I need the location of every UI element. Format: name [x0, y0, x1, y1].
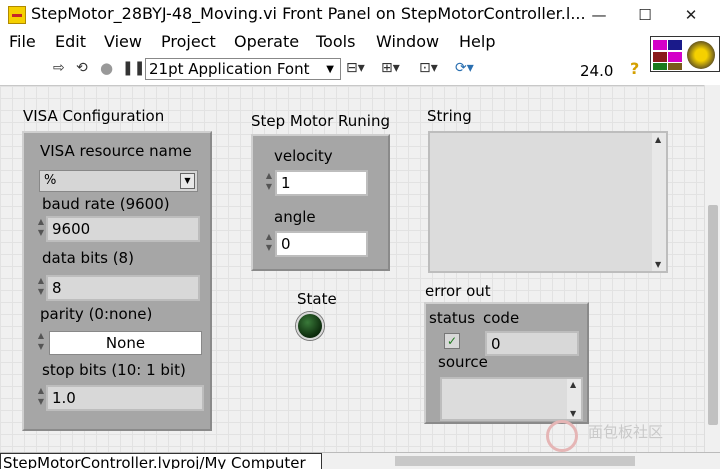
menu-project[interactable]: Project	[161, 32, 216, 51]
chevron-up-icon[interactable]: ▲	[655, 135, 661, 144]
baud-rate-spinner-icon[interactable]: ▲ ▼	[36, 216, 46, 242]
pause-icon[interactable]: ❚❚	[122, 60, 145, 76]
parity-label: parity (0:none)	[40, 305, 153, 323]
horizontal-scrollbar[interactable]	[395, 456, 635, 466]
chevron-up-icon[interactable]: ▲	[570, 380, 576, 389]
project-path: StepMotorController.lvproj/My Computer	[0, 453, 322, 469]
chevron-down-icon[interactable]: ▼	[655, 260, 661, 269]
string-label: String	[427, 107, 472, 125]
state-led-indicator	[296, 312, 324, 340]
reorder-icon[interactable]: ⟳▾	[455, 60, 474, 76]
parity-spinner-icon[interactable]: ▲ ▼	[36, 330, 46, 356]
error-out-label: error out	[425, 282, 491, 300]
menu-edit[interactable]: Edit	[55, 32, 86, 51]
font-select[interactable]: 21pt Application Font ▼	[145, 58, 341, 80]
data-bits-input[interactable]: 8	[46, 275, 200, 301]
watermark-text: 面包板社区	[588, 423, 664, 441]
run-arrow-icon[interactable]: ⇨	[53, 60, 65, 76]
baud-rate-value: 9600	[52, 220, 91, 238]
vertical-scrollbar[interactable]	[704, 85, 720, 452]
zoom-level: 24.0	[580, 62, 614, 80]
chevron-down-icon[interactable]: ▼	[570, 409, 576, 418]
angle-label: angle	[274, 208, 316, 226]
stop-bits-value: 1.0	[52, 389, 76, 407]
visa-resource-label: VISA resource name	[40, 142, 192, 160]
code-label: code	[483, 309, 520, 327]
baud-rate-label: baud rate (9600)	[42, 195, 170, 213]
visa-configuration-label: VISA Configuration	[23, 107, 165, 125]
baud-rate-input[interactable]: 9600	[46, 216, 200, 242]
parity-ring[interactable]: None	[49, 331, 202, 355]
stop-bits-label: stop bits (10: 1 bit)	[42, 361, 186, 379]
source-label: source	[438, 353, 488, 371]
abort-icon[interactable]: ●	[100, 59, 113, 77]
menu-file[interactable]: File	[9, 32, 36, 51]
window-title: StepMotor_28BYJ-48_Moving.vi Front Panel…	[31, 4, 586, 23]
run-continuous-icon[interactable]: ⟲	[76, 60, 88, 76]
state-label: State	[297, 290, 337, 308]
velocity-spinner-icon[interactable]: ▲ ▼	[264, 170, 274, 196]
title-bar: StepMotor_28BYJ-48_Moving.vi Front Panel…	[0, 0, 720, 30]
chevron-down-icon[interactable]: ▼	[180, 173, 195, 189]
parity-value: None	[105, 334, 146, 352]
data-bits-value: 8	[52, 279, 62, 297]
source-scrollbar[interactable]: ▲ ▼	[567, 379, 581, 419]
vi-icon	[650, 36, 720, 72]
data-bits-spinner-icon[interactable]: ▲ ▼	[36, 275, 46, 301]
menu-help[interactable]: Help	[459, 32, 495, 51]
align-icon[interactable]: ⊟▾	[346, 60, 365, 76]
stop-bits-input[interactable]: 1.0	[46, 385, 204, 411]
data-bits-label: data bits (8)	[42, 249, 134, 267]
help-icon[interactable]: ?	[630, 59, 639, 78]
velocity-value: 1	[281, 174, 291, 192]
velocity-label: velocity	[274, 147, 333, 165]
close-button[interactable]: ✕	[668, 2, 714, 28]
minimize-button[interactable]: —	[576, 2, 622, 28]
menu-tools[interactable]: Tools	[316, 32, 355, 51]
angle-spinner-icon[interactable]: ▲ ▼	[264, 231, 274, 257]
resize-icon[interactable]: ⊡▾	[419, 60, 438, 76]
menu-window[interactable]: Window	[376, 32, 439, 51]
angle-input[interactable]: 0	[275, 231, 368, 257]
code-indicator: 0	[485, 331, 579, 356]
angle-value: 0	[281, 235, 291, 253]
labview-app-icon	[8, 6, 26, 24]
status-bar: StepMotorController.lvproj/My Computer	[0, 452, 720, 469]
source-indicator[interactable]: ▲ ▼	[440, 377, 583, 421]
step-motor-label: Step Motor Runing	[251, 112, 390, 130]
stop-bits-spinner-icon[interactable]: ▲ ▼	[36, 385, 46, 411]
code-value: 0	[491, 335, 501, 353]
distribute-icon[interactable]: ⊞▾	[381, 60, 400, 76]
string-indicator[interactable]: ▲ ▼	[428, 131, 668, 273]
visa-resource-value: %	[44, 173, 57, 188]
menu-view[interactable]: View	[104, 32, 142, 51]
status-label: status	[429, 309, 476, 327]
maximize-button[interactable]: ☐	[622, 2, 668, 28]
velocity-input[interactable]: 1	[275, 170, 368, 196]
visa-resource-select[interactable]: % ▼	[39, 170, 198, 192]
menu-operate[interactable]: Operate	[234, 32, 299, 51]
status-check-icon: ✓	[444, 333, 460, 349]
string-scrollbar[interactable]: ▲ ▼	[652, 133, 666, 271]
chevron-down-icon: ▼	[326, 64, 334, 75]
watermark-logo-icon	[546, 420, 578, 452]
font-select-value: 21pt Application Font	[149, 60, 310, 78]
toolbar: ⇨ ⟲ ● ❚❚ 21pt Application Font ▼ ⊟▾ ⊞▾ ⊡…	[0, 55, 650, 83]
menu-bar: File Edit View Project Operate Tools Win…	[0, 30, 650, 55]
